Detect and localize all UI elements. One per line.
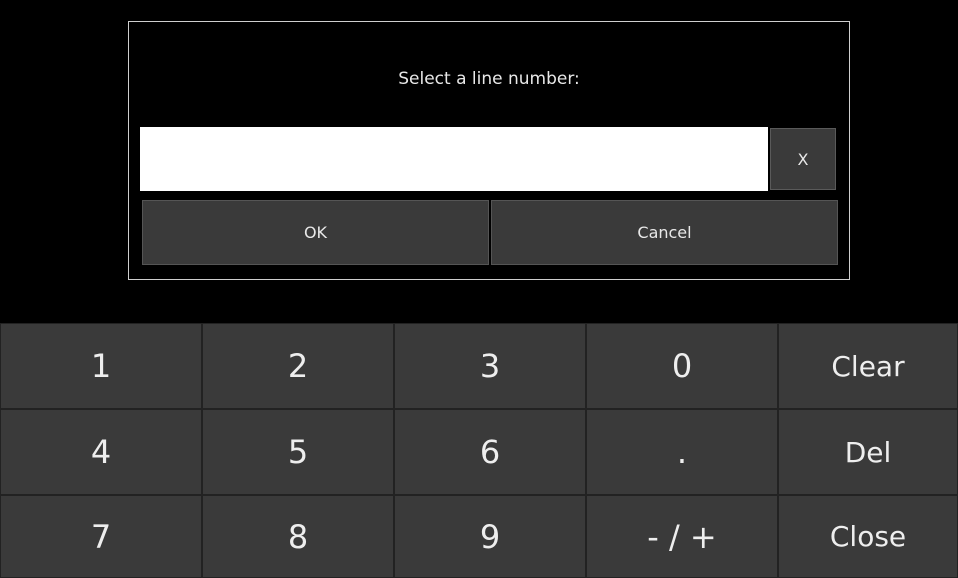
key-7[interactable]: 7 xyxy=(0,495,202,578)
dialog-title: Select a line number: xyxy=(398,69,580,89)
line-number-input[interactable] xyxy=(140,127,768,191)
line-number-dialog: Select a line number: X OK Cancel xyxy=(128,21,850,280)
ok-button[interactable]: OK xyxy=(142,200,489,265)
key-clear[interactable]: Clear xyxy=(778,323,958,409)
key-0[interactable]: 0 xyxy=(586,323,778,409)
key-sign-toggle[interactable]: - / + xyxy=(586,495,778,578)
screen: Select a line number: X OK Cancel 1 2 3 … xyxy=(0,0,958,578)
key-close[interactable]: Close xyxy=(778,495,958,578)
key-8[interactable]: 8 xyxy=(202,495,394,578)
key-6[interactable]: 6 xyxy=(394,409,586,495)
key-delete[interactable]: Del xyxy=(778,409,958,495)
clear-input-button[interactable]: X xyxy=(770,128,836,190)
key-4[interactable]: 4 xyxy=(0,409,202,495)
key-1[interactable]: 1 xyxy=(0,323,202,409)
key-2[interactable]: 2 xyxy=(202,323,394,409)
cancel-button[interactable]: Cancel xyxy=(491,200,838,265)
key-3[interactable]: 3 xyxy=(394,323,586,409)
numeric-keypad: 1 2 3 0 Clear 4 5 6 . Del 7 8 9 - / + Cl… xyxy=(0,323,958,578)
key-5[interactable]: 5 xyxy=(202,409,394,495)
key-decimal[interactable]: . xyxy=(586,409,778,495)
key-9[interactable]: 9 xyxy=(394,495,586,578)
